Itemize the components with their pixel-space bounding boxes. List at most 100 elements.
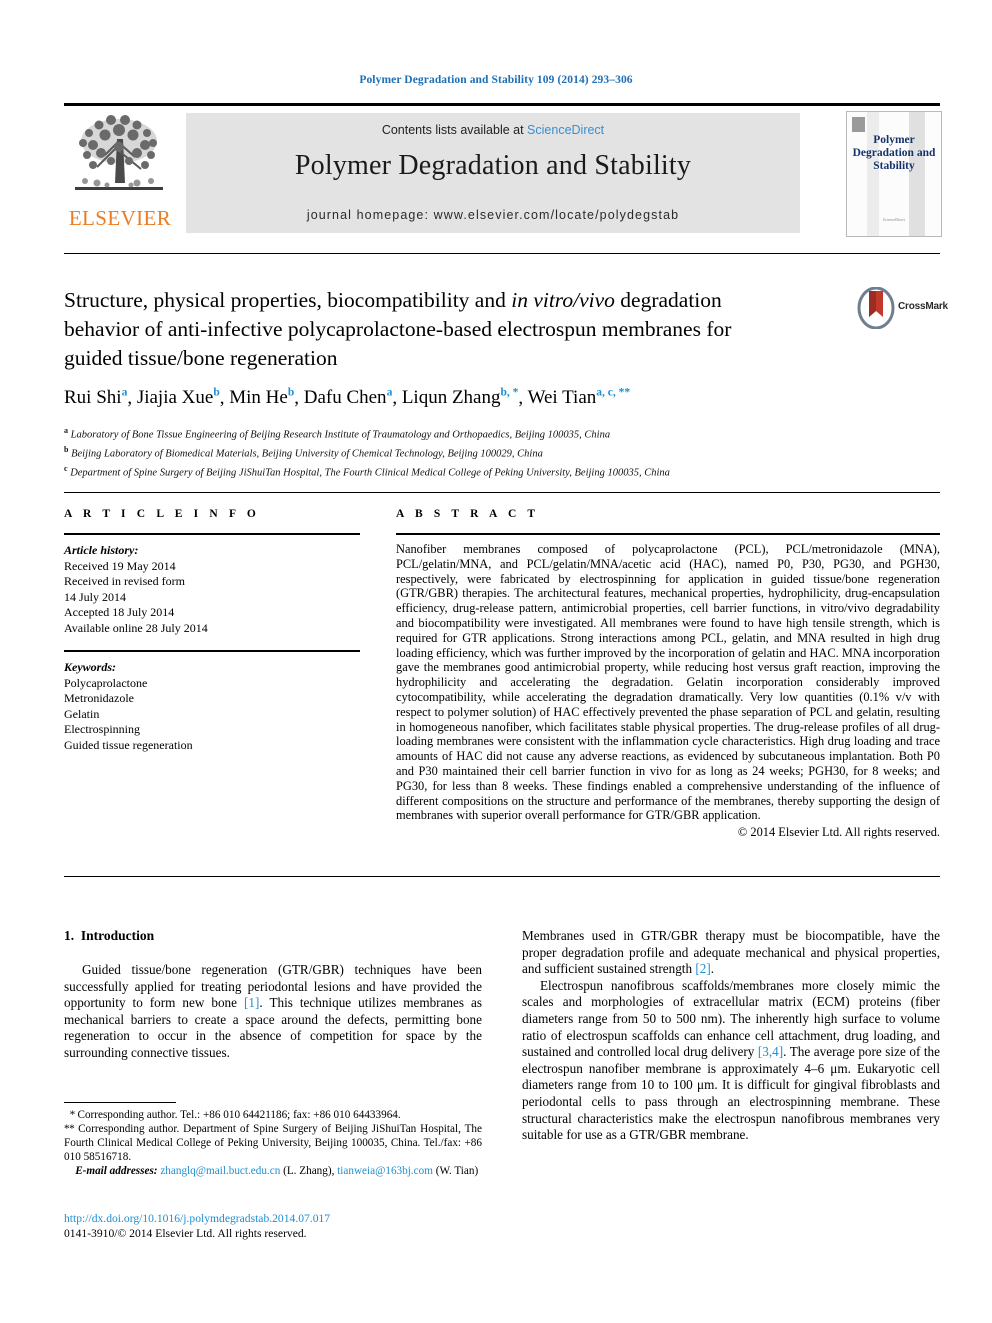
history-item: 14 July 2014 — [64, 589, 127, 604]
history-item: Available online 28 July 2014 — [64, 620, 208, 635]
cover-journal-title: Polymer Degradation and Stability — [852, 134, 936, 172]
footnote-text: Corresponding author. Department of Spin… — [64, 1123, 482, 1163]
paragraph: Guided tissue/bone regeneration (GTR/GBR… — [64, 962, 482, 1062]
contents-prefix: Contents lists available at — [381, 123, 528, 137]
email-owner: (L. Zhang) — [283, 1165, 332, 1177]
history-item: Received in revised form — [64, 574, 185, 588]
author-item: Min Heb — [229, 387, 294, 408]
keyword-item: Metronidazole — [64, 691, 134, 705]
author-affil-marks: b — [287, 387, 295, 399]
affiliation-row: b Beijing Laboratory of Biomedical Mater… — [64, 443, 940, 462]
title-part-1: Structure, physical properties, biocompa… — [64, 288, 512, 312]
sciencedirect-link[interactable]: ScienceDirect — [527, 123, 604, 137]
affiliation-list: a Laboratory of Bone Tissue Engineering … — [64, 424, 940, 481]
author-affil-marks: b — [213, 387, 220, 399]
affiliation-mark: a — [64, 426, 68, 435]
journal-title: Polymer Degradation and Stability — [294, 150, 692, 181]
crossmark-label: CrossMark — [898, 301, 948, 312]
article-info-column: A R T I C L E I N F O Article history: R… — [64, 508, 364, 753]
journal-masthead: ELSEVIER Contents lists available at Sci… — [64, 103, 942, 237]
keyword-item: Polycaprolactone — [64, 675, 148, 690]
section-title-text: Introduction — [80, 928, 155, 943]
author-item: Rui Shia — [64, 387, 127, 408]
masthead-top-rule — [64, 103, 940, 106]
info-section-top-rule — [64, 492, 940, 493]
footnote-emails: E-mail addresses: zhanglq@mail.buct.edu.… — [75, 1165, 479, 1177]
paragraph: Membranes used in GTR/GBR therapy must b… — [522, 928, 940, 978]
body-column-left: 1. Introduction Guided tissue/bone regen… — [64, 928, 482, 1062]
page-title: Structure, physical properties, biocompa… — [64, 286, 794, 373]
affiliation-text: Department of Spine Surgery of Beijing J… — [70, 467, 670, 479]
author-list: Rui Shia, Jiajia Xueb, Min Heb, Dafu Che… — [64, 387, 631, 409]
cover-elsevier-mark-icon — [852, 117, 865, 132]
title-separator-rule — [64, 253, 940, 254]
keywords-block: Keywords: Polycaprolactone Metronidazole… — [64, 660, 364, 753]
author-item: Dafu Chena — [304, 387, 393, 408]
history-item: Accepted 18 July 2014 — [64, 605, 175, 619]
email-link[interactable]: tianweia@163bj.com — [337, 1165, 433, 1177]
abstract-heading: A B S T R A C T — [396, 508, 540, 520]
article-info-rule — [64, 533, 360, 535]
abstract-rule — [396, 533, 940, 535]
abstract-text: Nanofiber membranes composed of polycapr… — [396, 542, 940, 823]
footnote-marker-double-star: ** — [64, 1123, 75, 1135]
keyword-item: Guided tissue regeneration — [64, 737, 193, 752]
author-item: Jiajia Xueb — [137, 387, 220, 408]
author-name: Rui Shi — [64, 387, 122, 409]
abstract-column: A B S T R A C T Nanofiber membranes comp… — [396, 508, 940, 840]
keywords-rule — [64, 650, 360, 652]
affiliation-row: a Laboratory of Bone Tissue Engineering … — [64, 424, 940, 443]
footnote-marker-single-star: * — [69, 1109, 76, 1121]
paragraph-text-2: . — [710, 961, 715, 977]
footnote-separator-rule — [64, 1102, 176, 1103]
doi-footer: http://dx.doi.org/10.1016/j.polymdegrads… — [64, 1211, 524, 1241]
footnote-block: * Corresponding author. Tel.: +86 010 64… — [64, 1108, 482, 1178]
email-owner: (W. Tian) — [435, 1165, 479, 1177]
author-item: Wei Tiana, c, ** — [528, 387, 631, 408]
affiliation-mark: b — [64, 445, 69, 454]
body-column-right: Membranes used in GTR/GBR therapy must b… — [522, 928, 940, 1144]
history-item: Received 19 May 2014 — [64, 558, 176, 573]
keywords-label: Keywords: — [64, 660, 116, 674]
elsevier-logo: ELSEVIER — [64, 111, 176, 235]
crossmark-icon[interactable] — [856, 287, 896, 329]
elsevier-wordmark: ELSEVIER — [68, 206, 172, 230]
author-name: Dafu Chen — [303, 387, 387, 409]
article-history-label: Article history: — [64, 543, 139, 557]
paragraph-text-1: Membranes used in GTR/GBR therapy must b… — [522, 928, 940, 977]
abstract-copyright: © 2014 Elsevier Ltd. All rights reserved… — [737, 825, 940, 840]
author-name: Wei Tian — [527, 387, 597, 409]
citation-ref-2[interactable]: [2] — [695, 961, 710, 976]
footnote-text: Corresponding author. Tel.: +86 010 6442… — [77, 1109, 401, 1121]
masthead-band: Contents lists available at ScienceDirec… — [186, 113, 800, 233]
affiliation-text: Laboratory of Bone Tissue Engineering of… — [70, 429, 611, 441]
info-section-bottom-rule — [64, 876, 940, 877]
footnote-corresponding-2: ** Corresponding author. Department of S… — [64, 1122, 482, 1164]
email-link[interactable]: zhanglq@mail.buct.edu.cn — [160, 1165, 280, 1177]
contents-available-line: Contents lists available at ScienceDirec… — [186, 123, 800, 137]
issn-copyright-line: 0141-3910/© 2014 Elsevier Ltd. All right… — [64, 1227, 307, 1240]
citation-ref-3-4[interactable]: [3,4] — [758, 1044, 783, 1059]
affiliation-row: c Department of Spine Surgery of Beijing… — [64, 462, 940, 481]
author-affil-marks: a — [386, 387, 393, 399]
author-name: Min He — [229, 387, 288, 409]
article-info-heading: A R T I C L E I N F O — [64, 508, 260, 520]
elsevier-tree-icon — [75, 115, 163, 190]
running-head: Polymer Degradation and Stability 109 (2… — [359, 74, 633, 86]
footnote-corresponding-1: * Corresponding author. Tel.: +86 010 64… — [64, 1108, 482, 1122]
author-affil-marks: b, * — [500, 387, 519, 399]
author-affil-marks: a, c, ** — [596, 387, 631, 399]
doi-link[interactable]: http://dx.doi.org/10.1016/j.polymdegrads… — [64, 1211, 524, 1226]
crossmark-badge-group[interactable]: CrossMark — [856, 287, 948, 331]
title-italic-part: in vitro/vivo — [511, 288, 615, 312]
paragraph: Electrospun nanofibrous scaffolds/membra… — [522, 978, 940, 1144]
section-heading-introduction: 1. Introduction — [64, 928, 482, 944]
keyword-item: Electrospinning — [64, 722, 140, 736]
cover-footer-text: ScienceDirect — [882, 217, 906, 222]
journal-cover-thumbnail: Polymer Degradation and Stability Scienc… — [846, 111, 942, 237]
affiliation-text: Beijing Laboratory of Biomedical Materia… — [71, 448, 543, 460]
citation-ref-1[interactable]: [1] — [244, 995, 259, 1010]
journal-homepage-link[interactable]: journal homepage: www.elsevier.com/locat… — [186, 208, 800, 222]
author-item: Liqun Zhangb, * — [402, 387, 519, 408]
